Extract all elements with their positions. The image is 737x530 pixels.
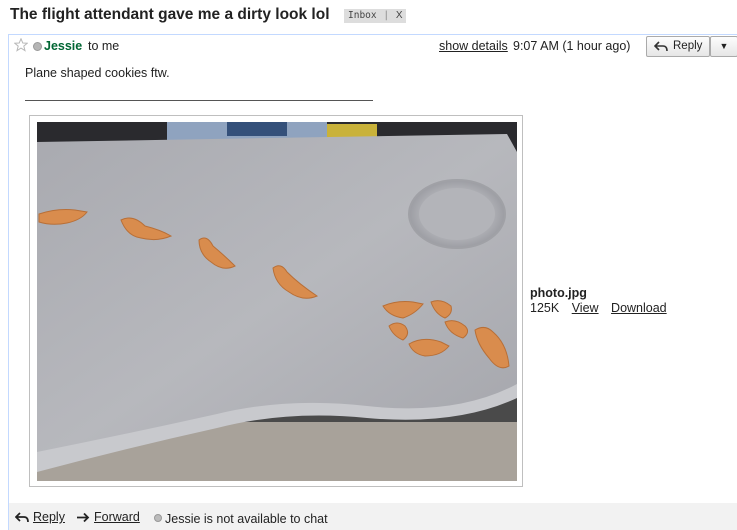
email-subject: The flight attendant gave me a dirty loo…: [10, 6, 330, 23]
forward-arrow-icon: [77, 512, 90, 523]
attachment-thumbnail[interactable]: [29, 115, 523, 487]
reply-button-label: Reply: [673, 40, 703, 52]
message-footer: Reply Forward Jessie is not available to…: [9, 503, 737, 530]
subject-bar: The flight attendant gave me a dirty loo…: [0, 0, 737, 32]
status-dot-icon: [154, 514, 162, 522]
footer-reply-label[interactable]: Reply: [33, 510, 65, 524]
reply-arrow-icon: [654, 41, 668, 52]
attachment-size: 125K: [530, 301, 560, 315]
photo-image: [37, 122, 517, 481]
attachment-meta: 125K View Download: [530, 301, 667, 315]
label-separator: |: [383, 10, 390, 21]
star-icon[interactable]: [14, 38, 28, 52]
recipient-text: to me: [88, 39, 120, 53]
sender-name[interactable]: Jessie: [44, 39, 82, 53]
view-attachment-link[interactable]: View: [572, 301, 599, 315]
attachment-filename: photo.jpg: [530, 286, 587, 300]
label-chip-inbox[interactable]: Inbox | X: [344, 9, 407, 23]
signature-divider: [25, 100, 373, 101]
label-name[interactable]: Inbox: [348, 10, 377, 21]
reply-button[interactable]: Reply: [646, 36, 710, 57]
message-time: 9:07 AM (1 hour ago): [513, 39, 631, 53]
message-card: Jessie to me show details 9:07 AM (1 hou…: [8, 34, 737, 530]
message-header: Jessie to me show details 9:07 AM (1 hou…: [9, 35, 737, 57]
dropdown-arrow-icon[interactable]: ▼: [710, 36, 737, 57]
status-dot-icon: [33, 42, 42, 51]
chat-status-text: Jessie is not available to chat: [165, 512, 328, 526]
message-body: Plane shaped cookies ftw.: [25, 66, 170, 80]
attachment-info: photo.jpg 125K View Download: [530, 286, 667, 315]
show-details-link[interactable]: show details: [439, 39, 508, 53]
footer-forward-label[interactable]: Forward: [94, 510, 140, 524]
reply-arrow-icon: [15, 512, 29, 523]
remove-label-button[interactable]: X: [396, 10, 403, 21]
download-attachment-link[interactable]: Download: [611, 301, 667, 315]
